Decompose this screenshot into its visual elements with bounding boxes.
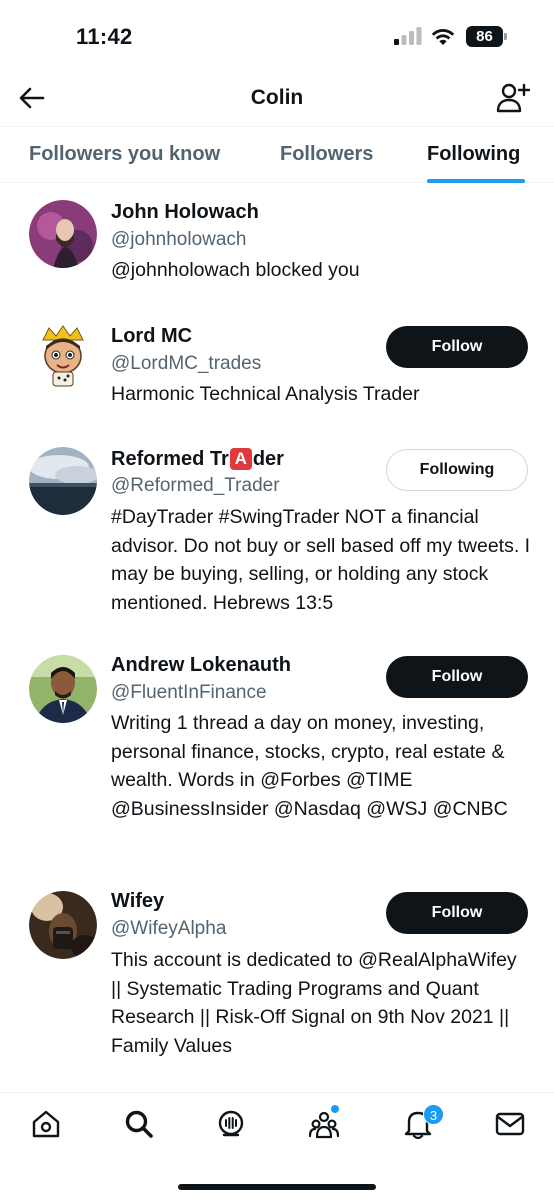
user-bio: Writing 1 thread a day on money, investi… [111, 712, 508, 820]
status-bar: 11:42 86 [0, 0, 554, 72]
header: Colin [0, 72, 554, 126]
following-button[interactable]: Following [386, 449, 528, 491]
home-indicator [178, 1184, 376, 1190]
user-name: John Holowach [111, 201, 259, 223]
user-bio: Harmonic Technical Analysis Trader [111, 383, 420, 405]
spaces-icon[interactable] [216, 1109, 246, 1139]
tab-followers-you-know[interactable]: Followers you know [29, 143, 220, 166]
bottom-nav: 3 [0, 1092, 554, 1200]
battery-icon: 86 [466, 26, 508, 47]
user-name: Andrew Lokenauth [111, 654, 292, 676]
follow-button[interactable]: Follow [386, 656, 528, 698]
user-handle: @Reformed_Trader [111, 475, 280, 496]
cellular-signal-icon [394, 27, 422, 45]
home-icon[interactable] [31, 1109, 61, 1139]
communities-icon[interactable] [309, 1109, 339, 1139]
communities-unread-dot [331, 1105, 339, 1113]
user-handle: @johnholowach [111, 229, 247, 250]
avatar[interactable] [29, 655, 97, 723]
tab-followers[interactable]: Followers [280, 143, 373, 166]
wifi-icon [431, 29, 455, 45]
avatar[interactable] [29, 200, 97, 268]
add-user-icon[interactable] [496, 81, 530, 115]
user-bio: This account is dedicated to @RealAlphaW… [111, 949, 517, 1057]
user-name: Reformed Tr Ader [111, 448, 284, 471]
user-name: Wifey [111, 890, 165, 912]
messages-icon[interactable] [495, 1109, 525, 1139]
page-title: Colin [250, 86, 304, 109]
active-tab-indicator [427, 179, 525, 183]
battery-cap [504, 33, 507, 40]
user-name-part: Reformed Tr [111, 448, 229, 470]
user-bio: #DayTrader #SwingTrader NOT a financial … [111, 506, 531, 614]
follow-button[interactable]: Follow [386, 326, 528, 368]
user-handle: @FluentInFinance [111, 682, 267, 703]
avatar[interactable] [29, 322, 97, 390]
user-bio: @johnholowach blocked you [111, 259, 360, 281]
search-icon[interactable] [124, 1109, 154, 1139]
notifications-badge: 3 [423, 1104, 444, 1125]
avatar[interactable] [29, 447, 97, 515]
battery-level: 86 [466, 26, 503, 47]
user-handle: @WifeyAlpha [111, 918, 227, 939]
tab-following[interactable]: Following [427, 143, 520, 166]
user-name: Lord MC [111, 325, 193, 347]
follow-button[interactable]: Follow [386, 892, 528, 934]
tab-bar: Followers you know Followers Following [0, 126, 554, 183]
a-button-emoji: A [229, 448, 252, 470]
status-time: 11:42 [76, 24, 133, 49]
avatar[interactable] [29, 891, 97, 959]
user-name-part: der [252, 448, 284, 470]
user-handle: @LordMC_trades [111, 353, 262, 374]
